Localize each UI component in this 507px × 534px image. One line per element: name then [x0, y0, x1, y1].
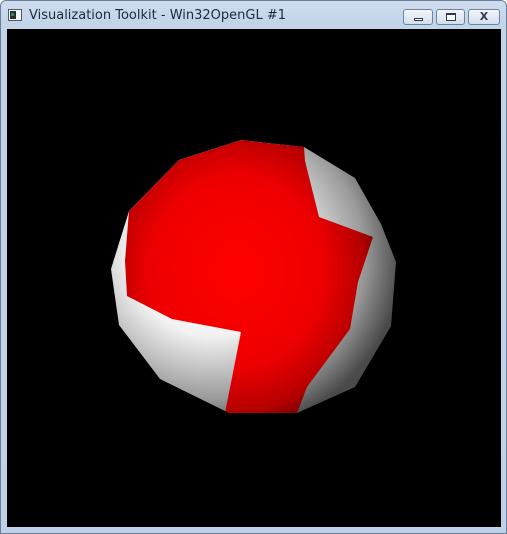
maximize-button[interactable]	[436, 9, 465, 25]
minimize-icon	[414, 18, 423, 21]
close-icon: X	[479, 10, 489, 23]
sphere-scene	[111, 140, 396, 413]
window-title: Visualization Toolkit - Win32OpenGL #1	[29, 8, 286, 23]
title-bar[interactable]: Visualization Toolkit - Win32OpenGL #1 X	[1, 1, 506, 29]
vtk-app-icon[interactable]	[8, 9, 22, 21]
close-button[interactable]: X	[468, 9, 500, 25]
minimize-button[interactable]	[403, 9, 433, 25]
render-viewport[interactable]	[7, 29, 501, 527]
maximize-icon	[446, 13, 456, 21]
vtk-render-window: Visualization Toolkit - Win32OpenGL #1 X	[0, 0, 507, 534]
